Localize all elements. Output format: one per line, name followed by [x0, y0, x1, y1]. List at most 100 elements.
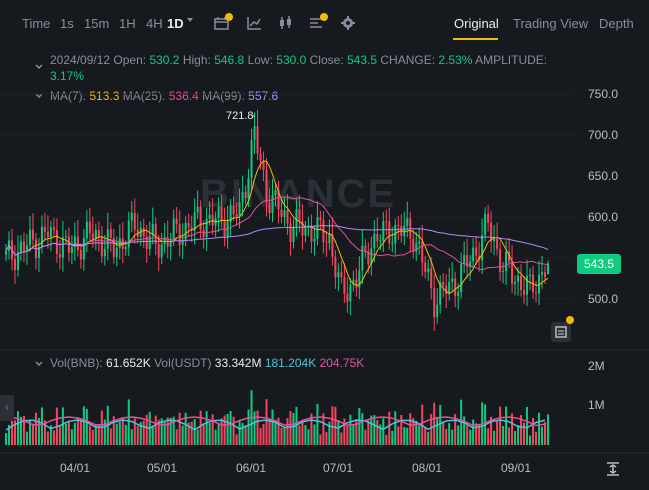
volume-bar [346, 425, 349, 445]
candle-body [463, 255, 466, 265]
volume-bar [64, 423, 67, 445]
candle-body [82, 238, 85, 260]
candle-body [91, 233, 94, 239]
candle-body [364, 245, 367, 252]
volume-collapse-icon[interactable] [34, 359, 44, 369]
volume-bar [439, 404, 442, 445]
volume-bar [289, 411, 292, 445]
candle-body [514, 281, 517, 284]
volume-bar [448, 423, 451, 445]
candle-body [325, 242, 328, 244]
candle-body [46, 231, 49, 238]
candle-body [268, 202, 271, 214]
candle-body [544, 272, 547, 278]
volume-bar [256, 410, 259, 445]
volume-bar [505, 406, 508, 445]
volume-bar [517, 425, 520, 445]
candle-body [199, 206, 202, 230]
volume-bar [370, 415, 373, 445]
candle-body [319, 217, 322, 221]
volume-bar [202, 423, 205, 445]
volume-bar [70, 429, 73, 445]
price-chart[interactable] [0, 0, 649, 490]
list-icon [555, 326, 567, 338]
candle-body [28, 229, 31, 246]
candle-body [349, 284, 352, 302]
volume-bar [535, 431, 538, 445]
candle-body [247, 177, 250, 198]
volume-bar [400, 415, 403, 445]
candle-body [388, 221, 391, 244]
candle-body [379, 240, 382, 242]
volume-bar [226, 414, 229, 445]
volume-bar [391, 430, 394, 445]
candle-body [376, 233, 379, 242]
volume-bar [16, 411, 19, 445]
fit-to-screen-icon[interactable] [605, 461, 621, 477]
candle-body [460, 264, 463, 293]
volume-bar [241, 422, 244, 445]
candle-body [286, 210, 289, 224]
volume-bar [292, 413, 295, 445]
candle-body [481, 234, 484, 261]
scroll-left-handle[interactable]: ‹ [0, 395, 14, 421]
candle-body [391, 243, 394, 245]
volume-bar [313, 424, 316, 445]
candle-body [61, 237, 64, 258]
volume-bar [385, 434, 388, 445]
candle-body [58, 253, 61, 258]
volume-bar [283, 426, 286, 445]
candle-body [208, 214, 211, 219]
price-tick-750: 750.0 [588, 87, 619, 101]
volume-bar [103, 419, 106, 445]
candle-body [343, 276, 346, 294]
candle-body [436, 304, 439, 318]
volume-bar [331, 406, 334, 445]
candle-body [274, 189, 277, 196]
volume-bar [193, 419, 196, 445]
volume-bar [355, 419, 358, 445]
time-tick-apr: 04/01 [60, 461, 91, 475]
candle-body [334, 256, 337, 278]
volume-bar [502, 426, 505, 445]
candle-body [427, 268, 430, 272]
volume-bar [373, 415, 376, 445]
candle-body [103, 248, 106, 257]
candle-body [475, 247, 478, 256]
candle-body [52, 227, 55, 230]
vol-tick-1m: 1M [588, 398, 605, 412]
time-tick-jun: 06/01 [236, 461, 267, 475]
candle-body [283, 210, 286, 217]
volume-bar [304, 425, 307, 445]
volume-bar [169, 417, 172, 445]
candle-body [79, 250, 82, 260]
volume-bar [403, 426, 406, 445]
volume-bar [349, 414, 352, 445]
volume-bar [88, 425, 91, 445]
high-marker-label: 721.8 [226, 110, 254, 122]
price-tick-600: 600.0 [588, 210, 619, 224]
candle-body [397, 225, 400, 227]
volume-bar [409, 413, 412, 445]
candle-body [178, 224, 181, 246]
volume-bar [25, 431, 28, 445]
candle-body [496, 239, 499, 249]
time-tick-jul: 07/01 [323, 461, 354, 475]
volume-bar [259, 428, 262, 445]
candle-body [448, 281, 451, 295]
volume-bar [325, 432, 328, 445]
drawing-tools-button[interactable] [551, 322, 571, 342]
candle-body [94, 230, 97, 239]
volume-bar [406, 427, 409, 445]
candle-body [520, 275, 523, 291]
volume-bar [472, 419, 475, 445]
candle-body [541, 272, 544, 275]
volume-bar [223, 415, 226, 445]
volume-bar [127, 399, 130, 445]
vol-ma1-value: 181.204K [264, 356, 317, 370]
volume-bar [124, 424, 127, 445]
candle-body [304, 227, 307, 236]
volume-bar [544, 422, 547, 445]
price-tick-500: 500.0 [588, 292, 619, 306]
volume-bar [247, 409, 250, 445]
